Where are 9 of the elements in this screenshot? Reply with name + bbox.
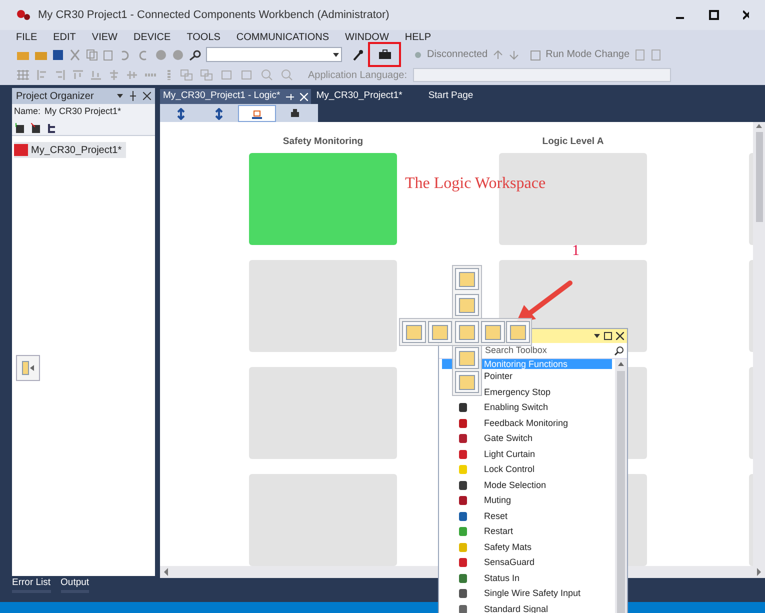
name-label: Name: (14, 105, 41, 118)
column-title: Logic Level A (541, 135, 605, 149)
application-language-label: Application Language: (308, 68, 407, 82)
panel-title: Project Organizer (16, 90, 95, 104)
window-title: My CR30 Project1 - Connected Components Workbench (Administrator) (38, 8, 390, 23)
annotation-caption: The Logic Workspace (405, 174, 546, 194)
project-name: My CR30 Project1* (44, 105, 122, 118)
column-title: Safety Monitoring (282, 135, 364, 149)
annotation-number: 1 (572, 244, 580, 259)
